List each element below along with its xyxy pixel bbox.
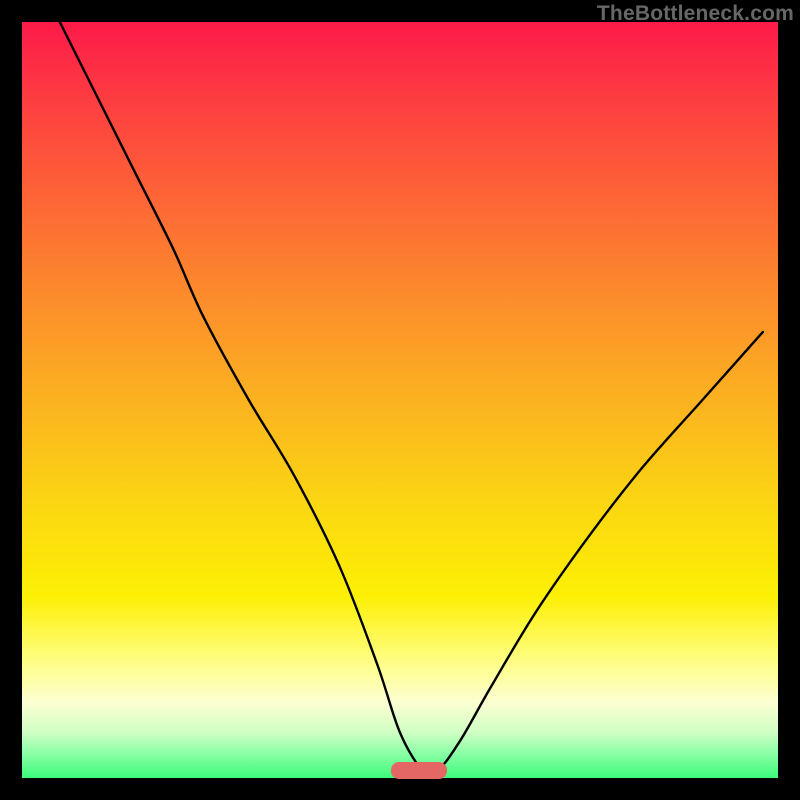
bottleneck-curve-path <box>60 22 763 775</box>
chart-stage: TheBottleneck.com <box>0 0 800 800</box>
chart-minimum-marker <box>391 762 448 779</box>
chart-curve-svg <box>22 22 778 778</box>
attribution-label: TheBottleneck.com <box>597 2 794 26</box>
chart-plot-area <box>22 22 778 778</box>
